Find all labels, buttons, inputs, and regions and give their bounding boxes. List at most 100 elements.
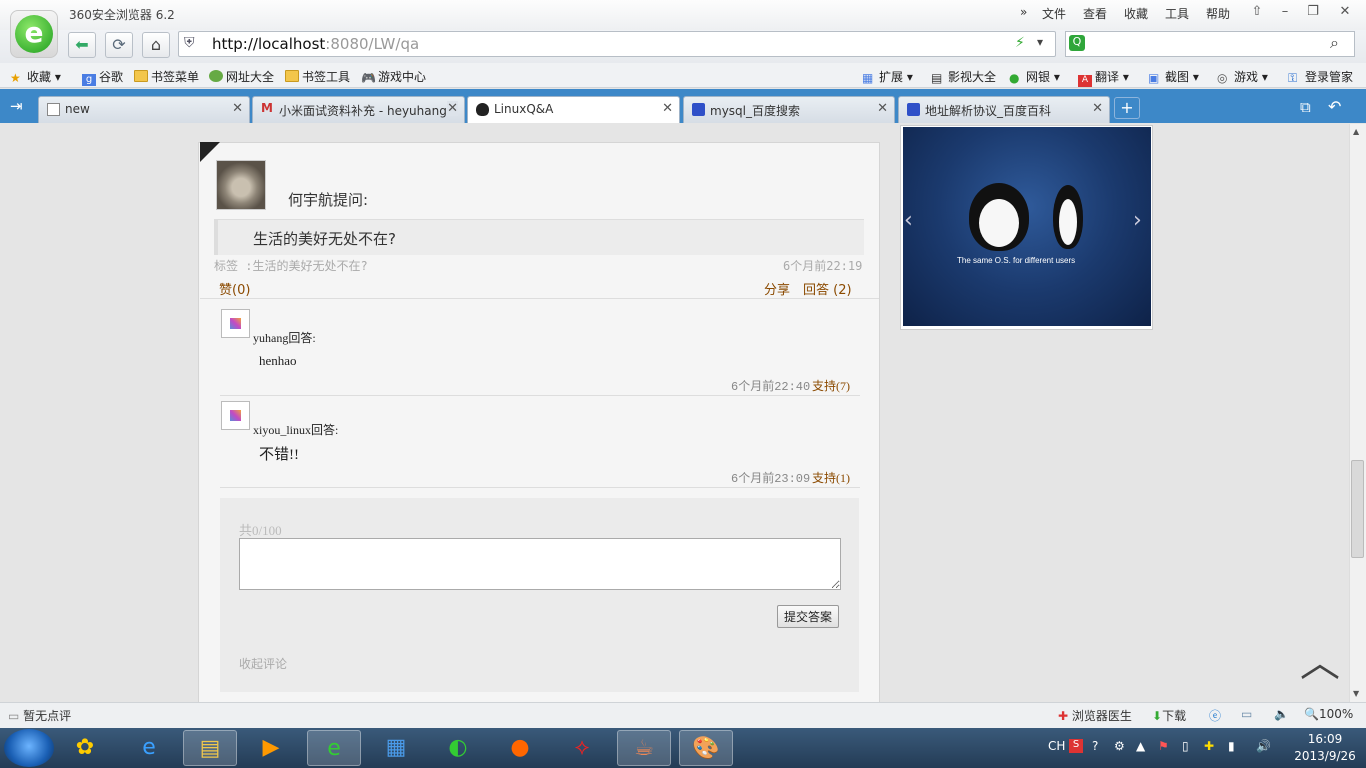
close-tab-icon[interactable]: ✕ [877, 101, 888, 116]
java-icon[interactable]: ☕ [617, 730, 671, 766]
explorer-icon[interactable]: ▤ [183, 730, 237, 766]
like-button[interactable]: 赞(0) [219, 279, 250, 298]
bank-button[interactable]: ● 网银 ▾ [1009, 68, 1060, 85]
tab-gmail[interactable]: M 小米面试资料补充 - heyuhang ✕ [252, 96, 465, 123]
browser-360-icon[interactable]: e [307, 730, 361, 766]
search-input[interactable] [1065, 31, 1355, 57]
download-button[interactable]: ⬇下载 [1152, 707, 1186, 724]
browser-logo-icon[interactable]: e [10, 10, 58, 58]
vertical-scrollbar[interactable] [1349, 124, 1366, 702]
bookmark-games[interactable]: 🎮 游戏中心 [361, 68, 426, 85]
tab-new[interactable]: new ✕ [38, 96, 250, 123]
translate-button[interactable]: A 翻译 ▾ [1078, 68, 1129, 87]
bookmark-site-nav[interactable]: 网址大全 [209, 68, 274, 85]
comment-icon: ▭ [8, 709, 24, 723]
acrobat-icon[interactable]: ⟡ [555, 730, 609, 766]
minimize-button[interactable]: – [1271, 2, 1299, 22]
close-window-button[interactable]: ✕ [1331, 2, 1359, 22]
menu-view[interactable]: 查看 [1083, 5, 1107, 22]
tab-arp[interactable]: 地址解析协议_百度百科 ✕ [898, 96, 1110, 123]
divider [220, 395, 860, 396]
answer-textarea[interactable] [239, 538, 841, 590]
undo-close-icon[interactable]: ↶ [1328, 97, 1341, 116]
film-icon[interactable]: ▦ [369, 730, 423, 766]
screenshot-button[interactable]: ▣ 截图 ▾ [1148, 68, 1199, 85]
scroll-up-icon[interactable]: ▲ [1353, 127, 1359, 136]
answer-avatar[interactable] [221, 401, 250, 430]
device-icon[interactable]: ▯ [1182, 739, 1189, 753]
close-tab-icon[interactable]: ✕ [447, 101, 458, 116]
restore-button[interactable]: ❐ [1299, 2, 1327, 22]
comment-status: ▭ 暂无点评 [8, 709, 72, 723]
tab-mysql[interactable]: mysql_百度搜索 ✕ [683, 96, 895, 123]
sogou-icon[interactable]: S [1069, 739, 1083, 753]
menu-file[interactable]: 文件 [1042, 5, 1066, 22]
media-player-icon[interactable]: ▶ [244, 730, 298, 766]
start-button[interactable] [4, 729, 54, 767]
url-text[interactable]: http://localhost:8080/LW/qa [212, 35, 419, 53]
collapse-comments-link[interactable]: 收起评论 [239, 655, 287, 672]
back-button[interactable]: ⬅ [68, 32, 96, 58]
new-tab-button[interactable]: + [1114, 97, 1140, 119]
game-button[interactable]: ◎ 游戏 ▾ [1217, 68, 1268, 85]
zoom-control[interactable]: 🔍100% [1304, 707, 1353, 721]
bookmark-google[interactable]: g 谷歌 [82, 68, 123, 86]
bookmark-favorites[interactable]: ★ 收藏 ▾ [10, 68, 61, 85]
menu-expand-icon[interactable]: » [1020, 5, 1027, 19]
carousel-prev-icon[interactable]: ‹ [904, 208, 913, 233]
extensions-button[interactable]: ▦ 扩展 ▾ [862, 68, 913, 85]
answer-avatar[interactable] [221, 309, 250, 338]
window-icon[interactable]: ▭ [1241, 707, 1252, 721]
flag-icon[interactable]: ⚑ [1158, 739, 1169, 753]
video-button[interactable]: ▤ 影视大全 [931, 68, 996, 85]
submit-answer-button[interactable]: 提交答案 [777, 605, 839, 628]
picasa-icon[interactable]: ✿ [58, 730, 112, 766]
bookmark-tools[interactable]: 书签工具 [285, 68, 350, 85]
menu-favorites[interactable]: 收藏 [1124, 5, 1148, 22]
ie-icon[interactable]: e [122, 730, 176, 766]
menu-help[interactable]: 帮助 [1206, 5, 1230, 22]
zoom-icon: 🔍 [1304, 707, 1319, 721]
tab-list-icon[interactable]: ⧉ [1300, 98, 1311, 116]
close-tab-icon[interactable]: ✕ [232, 101, 243, 116]
url-dropdown-icon[interactable]: ▾ [1037, 35, 1043, 49]
asker-avatar[interactable] [216, 160, 266, 210]
scrollbar-thumb[interactable] [1351, 460, 1364, 558]
system-clock[interactable]: 16:09 2013/9/26 [1290, 731, 1360, 765]
share-button[interactable]: 分享 [764, 279, 790, 298]
show-hidden-icon[interactable]: ▲ [1136, 739, 1145, 753]
help-icon[interactable]: ? [1092, 739, 1098, 753]
settings-icon[interactable]: ⚙ [1114, 739, 1125, 753]
menu-tools[interactable]: 工具 [1165, 5, 1189, 22]
language-indicator[interactable]: CH [1048, 739, 1065, 753]
browser-doctor-button[interactable]: ✚ 浏览器医生 [1058, 707, 1132, 724]
sound-icon[interactable]: 🔈 [1274, 707, 1289, 721]
bookmark-menu[interactable]: 书签菜单 [134, 68, 199, 85]
back-to-top-icon[interactable]: ︿ [1300, 630, 1340, 688]
support-button[interactable]: 支持(7) [812, 377, 850, 394]
speed-mode-icon[interactable]: ⚡ [1015, 35, 1025, 51]
scroll-down-icon[interactable]: ▼ [1353, 689, 1359, 698]
answer-count-button[interactable]: 回答 (2) [803, 279, 852, 298]
firefox-icon[interactable]: ● [493, 730, 547, 766]
char-counter: 共0/100 [239, 523, 282, 538]
volume-icon[interactable]: 🔊 [1256, 739, 1271, 753]
sidebar-toggle-icon[interactable]: ⇥ [10, 97, 23, 115]
dreamweaver-icon[interactable]: ◐ [431, 730, 485, 766]
refresh-button[interactable]: ⟳ [105, 32, 133, 58]
home-button[interactable]: ⌂ [142, 32, 170, 58]
ie-mode-icon[interactable]: ⓔ [1209, 707, 1221, 724]
carousel-caption: The same O.S. for different users [957, 256, 1076, 265]
close-tab-icon[interactable]: ✕ [662, 101, 673, 116]
skin-icon[interactable]: ⇧ [1243, 2, 1271, 22]
carousel-next-icon[interactable]: › [1133, 208, 1142, 233]
login-manager-button[interactable]: ⚿ 登录管家 [1288, 68, 1353, 85]
tab-linux-qa[interactable]: LinuxQ&A ✕ [467, 96, 680, 123]
network-icon[interactable]: ▮ [1228, 739, 1235, 753]
paint-icon[interactable]: 🎨 [679, 730, 733, 766]
search-icon[interactable]: ⌕ [1330, 33, 1339, 53]
safeguard-icon[interactable]: ✚ [1204, 739, 1214, 753]
close-tab-icon[interactable]: ✕ [1092, 101, 1103, 116]
search-engine-icon[interactable]: Q [1069, 35, 1085, 51]
support-button[interactable]: 支持(1) [812, 469, 850, 486]
